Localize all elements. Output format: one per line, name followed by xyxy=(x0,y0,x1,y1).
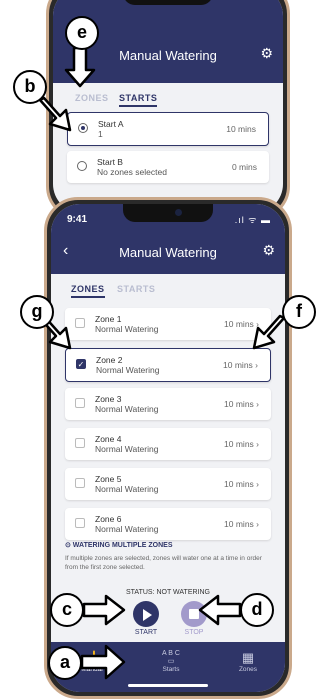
callout-c: c xyxy=(50,593,84,627)
callout-g: g xyxy=(20,295,54,329)
callout-arrows xyxy=(38,46,286,680)
callout-b: b xyxy=(13,70,47,104)
arrow-e xyxy=(64,46,96,88)
arrow-c xyxy=(82,594,126,626)
callout-a: a xyxy=(48,646,82,680)
arrow-d xyxy=(198,594,242,626)
callout-f: f xyxy=(282,295,316,329)
arrow-b xyxy=(38,96,72,132)
callout-d: d xyxy=(240,593,274,627)
callout-e: e xyxy=(65,16,99,50)
arrow-a xyxy=(80,644,126,680)
arrow-f xyxy=(252,314,286,350)
